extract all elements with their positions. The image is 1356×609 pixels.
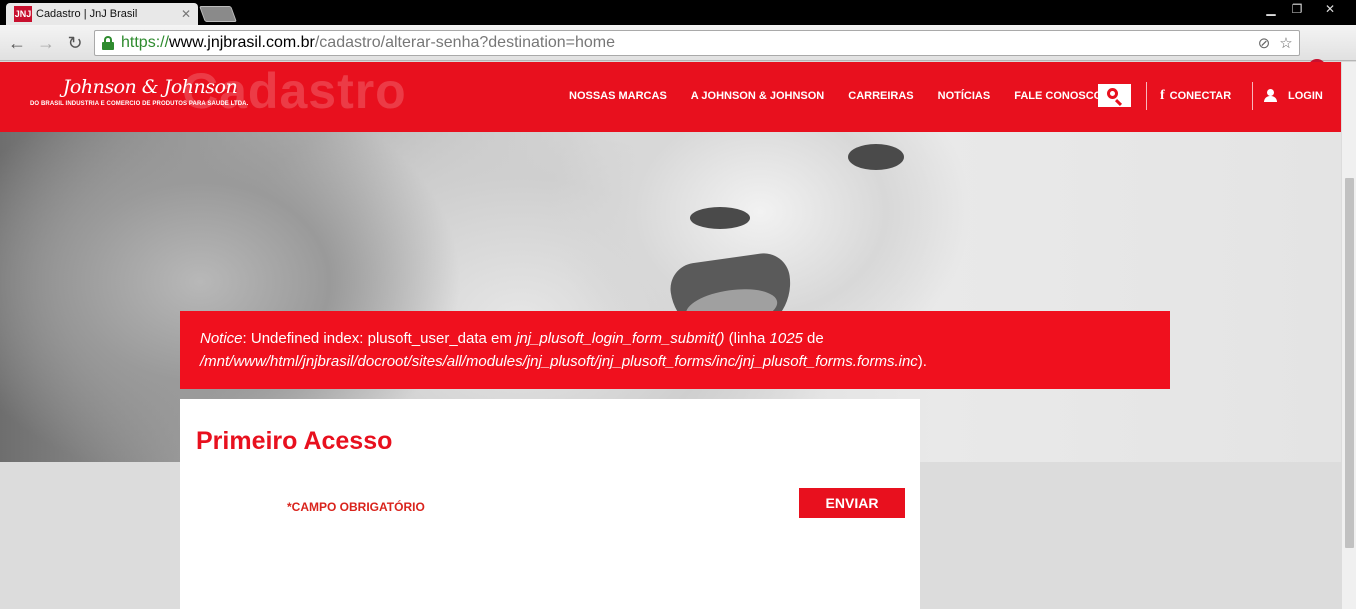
user-icon (1264, 89, 1277, 102)
url-path: /cadastro/alterar-senha?destination=home (314, 34, 616, 51)
php-notice-message: Notice: Undefined index: plusoft_user_da… (180, 311, 1170, 389)
nav-divider (1252, 82, 1253, 110)
url-host: www.jnjbrasil.com.br (169, 34, 315, 51)
notice-line: 1025 (769, 330, 803, 347)
hero-decoration (848, 144, 904, 170)
login-label: LOGIN (1288, 89, 1323, 102)
notice-text-1: : Undefined index: plusoft_user_data em (242, 330, 517, 347)
nav-noticias[interactable]: NOTÍCIAS (938, 90, 991, 102)
restore-icon[interactable]: ❐ (1284, 0, 1310, 18)
nav-fale-conosco[interactable]: FALE CONOSCO (1014, 90, 1102, 102)
form-title: Primeiro Acesso (196, 427, 393, 455)
page-scrollbar[interactable] (1341, 62, 1356, 609)
notice-text-2: (linha (724, 330, 770, 347)
notice-function: jnj_plusoft_login_form_submit() (516, 330, 725, 347)
facebook-icon: f (1160, 88, 1165, 103)
forward-icon[interactable]: → (34, 30, 58, 56)
back-icon[interactable]: ← (5, 30, 29, 56)
url-scheme: https:// (121, 34, 170, 51)
login-link[interactable]: LOGIN (1264, 89, 1323, 102)
notice-label: Notice (200, 330, 243, 347)
search-button[interactable] (1098, 84, 1131, 107)
search-icon (1107, 88, 1118, 99)
logo-subtitle: DO BRASIL INDUSTRIA E COMERCIO DE PRODUT… (30, 101, 249, 107)
jnj-logo[interactable]: Johnson & Johnson DO BRASIL INDUSTRIA E … (30, 76, 270, 107)
reload-icon[interactable]: ↻ (63, 30, 87, 56)
window-close-icon[interactable]: ✕ (1310, 0, 1350, 18)
notice-text-3: de (802, 330, 824, 347)
address-bar[interactable]: https://www.jnjbrasil.com.br/cadastro/al… (94, 30, 1300, 56)
browser-tab[interactable]: JNJ Cadastro | JnJ Brasil ✕ (6, 3, 198, 25)
window-controls: ▁ ❐ ✕ (1258, 0, 1350, 18)
tab-title: Cadastro | JnJ Brasil (36, 8, 138, 20)
browser-titlebar: JNJ Cadastro | JnJ Brasil ✕ ▁ ❐ ✕ (0, 0, 1356, 25)
hero-decoration (690, 207, 750, 229)
nav-divider (1146, 82, 1147, 110)
main-nav: NOSSAS MARCAS A JOHNSON & JOHNSON CARREI… (569, 90, 1126, 102)
minimize-icon[interactable]: ▁ (1258, 0, 1284, 18)
scroll-thumb[interactable] (1345, 178, 1354, 548)
first-access-form: Primeiro Acesso *CAMPO OBRIGATÓRIO ENVIA… (180, 399, 920, 609)
nav-a-johnson-johnson[interactable]: A JOHNSON & JOHNSON (691, 90, 824, 102)
jnj-favicon-icon: JNJ (14, 6, 32, 22)
page-viewport: Cadastro Johnson & Johnson DO BRASIL IND… (0, 62, 1341, 609)
submit-button[interactable]: ENVIAR (799, 488, 905, 518)
lock-icon (101, 36, 115, 50)
notice-path: /mnt/www/html/jnjbrasil/docroot/sites/al… (200, 353, 918, 370)
notice-text-4: ). (917, 353, 927, 370)
site-header: Cadastro Johnson & Johnson DO BRASIL IND… (0, 62, 1341, 132)
new-tab-button[interactable] (199, 6, 237, 22)
nav-nossas-marcas[interactable]: NOSSAS MARCAS (569, 90, 667, 102)
connect-label: CONECTAR (1169, 90, 1232, 102)
blocked-cookie-icon[interactable]: ⊘ (1255, 34, 1273, 52)
facebook-connect-link[interactable]: f CONECTAR (1160, 88, 1232, 103)
required-field-note: *CAMPO OBRIGATÓRIO (287, 500, 425, 514)
logo-script: Johnson & Johnson (62, 76, 238, 98)
url-text: https://www.jnjbrasil.com.br/cadastro/al… (121, 34, 615, 52)
nav-carreiras[interactable]: CARREIRAS (848, 90, 913, 102)
browser-toolbar: ← → ↻ https://www.jnjbrasil.com.br/cadas… (0, 25, 1356, 77)
tab-close-icon[interactable]: ✕ (180, 7, 192, 21)
star-icon[interactable]: ☆ (1277, 34, 1295, 52)
